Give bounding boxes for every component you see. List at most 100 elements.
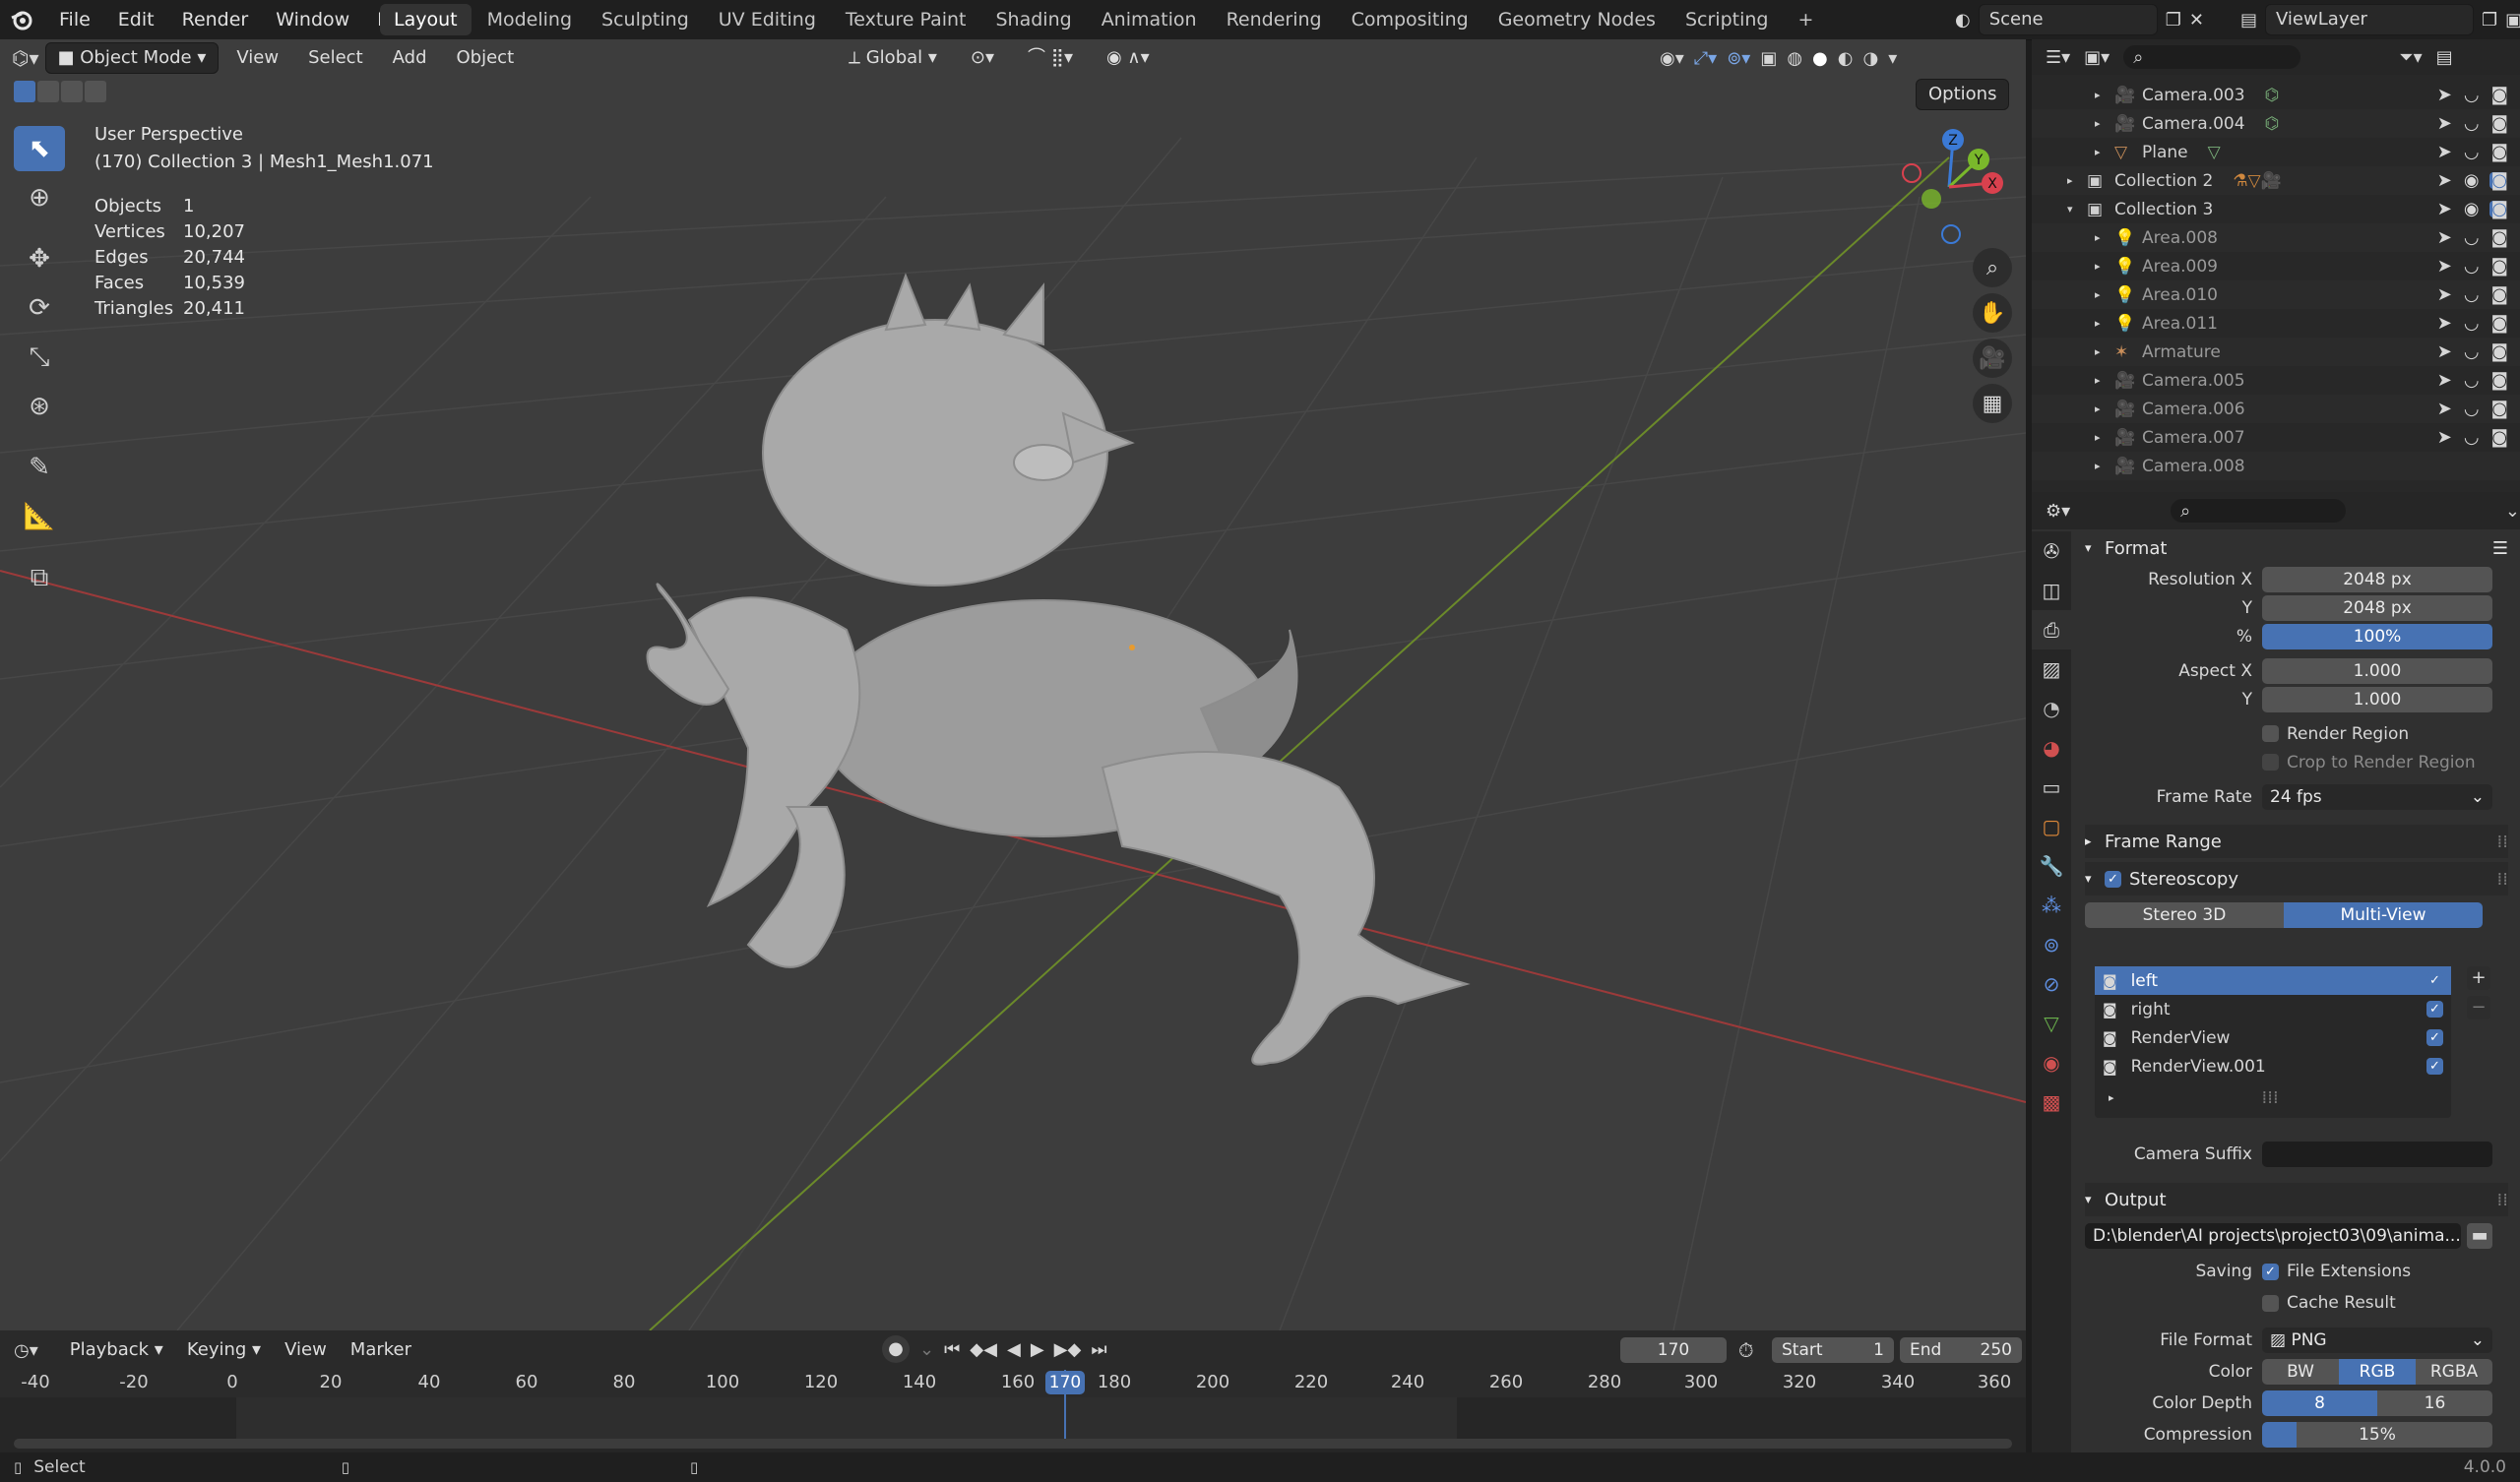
ortho-grid-icon[interactable]: ▦ <box>1973 384 2012 423</box>
delete-viewlayer-icon[interactable]: ▣ <box>2505 10 2520 31</box>
creature-mesh[interactable] <box>646 273 1471 1066</box>
resolution-y-field[interactable]: 2048 px <box>2262 594 2492 621</box>
expand-arrow-icon[interactable]: ▸ <box>2095 431 2114 444</box>
start-frame-field[interactable]: Start 1 <box>1772 1337 1894 1363</box>
overlay-toggle-icon[interactable]: ⊚▾ <box>1727 48 1750 69</box>
hide-eye-icon[interactable]: ◡ <box>2464 341 2480 362</box>
select-box-tool[interactable]: ⬉ <box>14 126 65 171</box>
expand-arrow-icon[interactable]: ▸ <box>2095 374 2114 387</box>
hide-eye-icon[interactable]: ◡ <box>2464 370 2480 391</box>
scene-name-field[interactable]: Scene <box>1978 4 2158 35</box>
visible-eye-icon[interactable]: ◉ <box>2464 170 2480 191</box>
expand-arrow-icon[interactable]: ▸ <box>2095 402 2114 415</box>
rotate-tool[interactable]: ⟳ <box>14 285 65 331</box>
render-camera-icon[interactable]: ◙ <box>2491 370 2508 391</box>
add-cube-tool[interactable]: ⧉ <box>14 555 65 600</box>
rendered-shading-icon[interactable]: ◑ <box>1862 48 1878 69</box>
stopwatch-icon[interactable]: ⏱ <box>1738 1338 1754 1362</box>
new-collection-icon[interactable]: ▤ <box>2436 47 2453 68</box>
remove-view-button[interactable]: − <box>2467 996 2490 1019</box>
tab-rendering[interactable]: Rendering <box>1213 4 1336 35</box>
view-enabled-checkbox[interactable]: ✓ <box>2426 1029 2443 1046</box>
viewlayer-name-field[interactable]: ViewLayer <box>2265 4 2475 35</box>
render-camera-icon[interactable]: ◙ <box>2491 256 2508 277</box>
move-tool[interactable]: ✥ <box>14 236 65 281</box>
selectable-icon[interactable]: ➤ <box>2437 113 2452 134</box>
render-camera-icon[interactable]: ◙ <box>2491 142 2508 162</box>
presets-list-icon[interactable]: ☰ <box>2492 538 2508 559</box>
visible-eye-icon[interactable]: ◉ <box>2464 199 2480 219</box>
render-tab[interactable]: ◫ <box>2032 571 2071 610</box>
render-camera-icon[interactable]: ◙ <box>2491 113 2508 134</box>
view-enabled-checkbox[interactable]: ✓ <box>2426 972 2443 989</box>
end-frame-field[interactable]: End 250 <box>1900 1337 2022 1363</box>
play-reverse-icon[interactable]: ◀ <box>1007 1339 1021 1360</box>
current-frame-field[interactable]: 170 <box>1620 1337 1727 1363</box>
display-mode-icon[interactable]: ▣▾ <box>2084 47 2110 68</box>
render-camera-icon[interactable]: ◙ <box>2491 427 2508 448</box>
expand-arrow-icon[interactable]: ▸ <box>2095 117 2114 130</box>
stereoscopy-panel-header[interactable]: ▾ ✓ Stereoscopy ⁞⁞ <box>2085 862 2508 895</box>
play-icon[interactable]: ▶ <box>1031 1339 1044 1360</box>
chevron-down-icon[interactable]: ⌄ <box>919 1339 934 1360</box>
color-bw-button[interactable]: BW <box>2262 1359 2339 1385</box>
gizmo-toggle-icon[interactable]: ⤢▾ <box>1694 48 1717 69</box>
mode-dropdown[interactable]: ■ Object Mode ▾ <box>44 42 220 74</box>
select-intersect-icon[interactable] <box>85 81 106 102</box>
camera-view-icon[interactable]: 🎥 <box>1973 339 2012 378</box>
transform-tool[interactable]: ⊛ <box>14 384 65 429</box>
expand-arrow-icon[interactable]: ▸ <box>2095 89 2114 101</box>
playhead-frame-label[interactable]: 170 <box>1045 1371 1085 1394</box>
view-list-item[interactable]: ◙ right ✓ <box>2095 995 2451 1023</box>
scene-selector[interactable]: ◐ Scene ❐ ✕ <box>1955 4 2204 35</box>
file-extensions-checkbox[interactable]: ✓ <box>2262 1263 2279 1280</box>
render-camera-icon[interactable]: ◙ <box>2491 341 2508 362</box>
drag-grip-icon[interactable]: ⁞⁞ <box>2497 869 2508 890</box>
render-camera-icon[interactable]: ◙ <box>2491 399 2508 419</box>
view-list-item[interactable]: ◙ RenderView ✓ <box>2095 1023 2451 1052</box>
scale-tool[interactable]: ⤡ <box>14 335 65 380</box>
viewport-menu-select[interactable]: Select <box>296 43 375 73</box>
timeline-scrollbar[interactable] <box>14 1439 2012 1449</box>
outliner-editor-icon[interactable]: ☰▾ <box>2046 47 2070 68</box>
editor-type-icon[interactable]: ⌬▾ <box>12 46 39 70</box>
render-camera-icon[interactable]: ◙ <box>2491 199 2508 219</box>
material-tab[interactable]: ◉ <box>2032 1043 2071 1082</box>
wireframe-shading-icon[interactable]: ◍ <box>1787 48 1802 69</box>
expand-arrow-icon[interactable]: ▸ <box>2095 231 2114 244</box>
pin-icon[interactable]: ⌄ <box>2505 501 2520 522</box>
filter-icon[interactable]: ⏷▾ <box>2399 47 2422 68</box>
view-enabled-checkbox[interactable]: ✓ <box>2426 1001 2443 1018</box>
xray-toggle-icon[interactable]: ▣ <box>1760 48 1777 69</box>
zoom-icon[interactable]: ⌕ <box>1973 248 2012 287</box>
render-region-row[interactable]: Render Region <box>2085 719 2508 748</box>
list-options-arrow-icon[interactable]: ▸ <box>2109 1091 2114 1104</box>
properties-editor-icon[interactable]: ⚙▾ <box>2046 501 2070 522</box>
output-tab[interactable]: ⎙ <box>2032 610 2071 649</box>
hide-eye-icon[interactable]: ◡ <box>2464 85 2480 105</box>
drag-grip-icon[interactable]: ⁞⁞ <box>2497 1190 2508 1210</box>
folder-browse-icon[interactable]: ▬ <box>2467 1223 2492 1249</box>
navigation-gizmo[interactable]: Z Y X <box>1890 128 2008 246</box>
render-camera-icon[interactable]: ◙ <box>2491 85 2508 105</box>
viewport-menu-add[interactable]: Add <box>381 43 439 73</box>
tab-animation[interactable]: Animation <box>1088 4 1211 35</box>
aspect-y-field[interactable]: 1.000 <box>2262 686 2492 712</box>
options-button[interactable]: Options <box>1916 79 2010 110</box>
timeline-menu-keying[interactable]: Keying ▾ <box>175 1335 273 1365</box>
crop-region-row[interactable]: Crop to Render Region <box>2085 748 2508 776</box>
compression-slider[interactable]: 15% <box>2262 1422 2492 1448</box>
resolution-percent-slider[interactable]: 100% <box>2262 623 2492 649</box>
resolution-x-field[interactable]: 2048 px <box>2262 566 2492 592</box>
selectable-icon[interactable]: ➤ <box>2437 227 2452 248</box>
timeline-menu-playback[interactable]: Playback ▾ <box>58 1335 175 1365</box>
timeline-editor-icon[interactable]: ◷▾ <box>14 1340 38 1361</box>
hide-eye-icon[interactable]: ◡ <box>2464 142 2480 162</box>
view-layer-tab[interactable]: ▨ <box>2032 649 2071 689</box>
world-tab[interactable]: ◕ <box>2032 728 2071 768</box>
multi-view-button[interactable]: Multi-View <box>2284 902 2483 928</box>
depth-16-button[interactable]: 16 <box>2377 1390 2492 1416</box>
outliner-search-input[interactable]: ⌕ <box>2123 45 2301 69</box>
view-enabled-checkbox[interactable]: ✓ <box>2426 1058 2443 1075</box>
select-extend-icon[interactable] <box>37 81 59 102</box>
